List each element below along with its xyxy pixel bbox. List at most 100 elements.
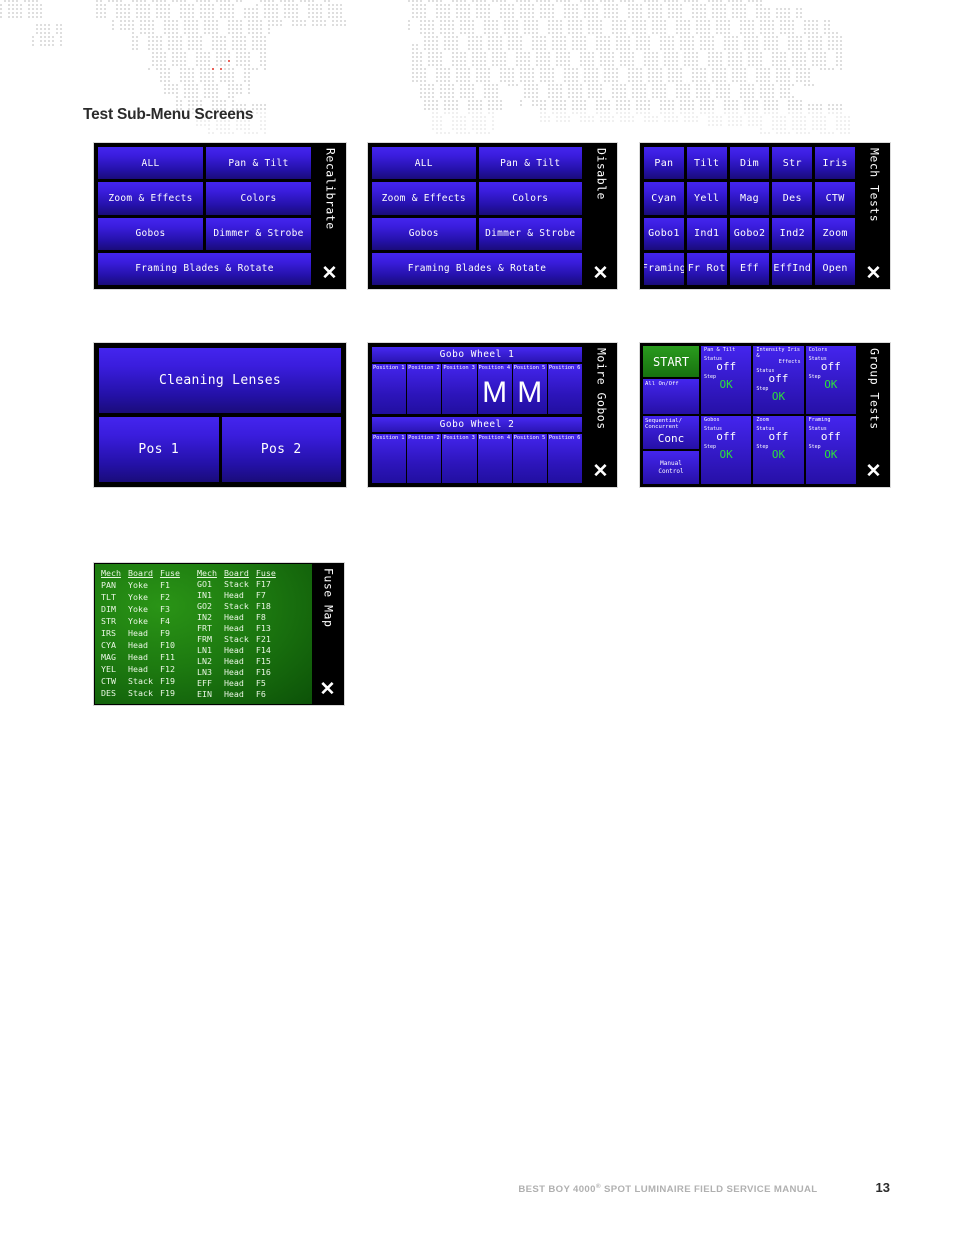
panel-disable-rail: Disable ✕ (585, 144, 616, 288)
panel-fuse-map-body: Mech Board Fuse PAN Yoke F1 TLT Yoke F2 DIM Yoke F3… (95, 564, 312, 704)
panel-mech-tests-title: Mech Tests (867, 148, 882, 223)
step-value: OK (719, 377, 733, 391)
panel-moire-gobos-body: Gobo Wheel 1 Position 1 Position 2 Posit… (369, 344, 585, 486)
button-dimmer-strobe[interactable]: Dimmer & Strobe (206, 217, 311, 250)
button-framing-blades-rotate[interactable]: Framing Blades & Rotate (98, 252, 311, 285)
gobo-position-cell[interactable]: Position 6 (547, 433, 583, 483)
button-all[interactable]: ALL (372, 147, 476, 180)
fuse-cell: Yoke (127, 616, 148, 627)
button-gobo1[interactable]: Gobo1 (644, 217, 684, 250)
fuse-cell: MAG (101, 652, 116, 663)
button-colors[interactable]: Colors (206, 182, 311, 215)
gobo-glyph (478, 441, 512, 484)
fuse-cell: F19 (159, 688, 175, 699)
button-zoom-effects[interactable]: Zoom & Effects (372, 182, 476, 215)
button-tilt[interactable]: Tilt (686, 147, 727, 180)
step-value: OK (771, 447, 786, 461)
button-pan-tilt[interactable]: Pan & Tilt (478, 147, 582, 180)
fuse-row: GO2 Stack F18 (197, 601, 283, 612)
button-row: Gobos Dimmer & Strobe (98, 217, 311, 250)
gobo-position-cell[interactable]: Position 3 (442, 364, 477, 414)
button-colors[interactable]: Colors (478, 182, 582, 215)
gobo-position-cell[interactable]: Position 5 (512, 433, 547, 483)
fuse-cell: Head (223, 611, 244, 622)
button-str[interactable]: Str (772, 147, 813, 180)
button-eff[interactable]: Eff (729, 252, 770, 285)
start-button[interactable]: START (643, 346, 699, 377)
button-row: Pos 1 Pos 2 (99, 417, 341, 482)
button-pos-2[interactable]: Pos 2 (221, 417, 341, 482)
sequential-concurrent-button[interactable]: Sequential/ Concurrent Conc (643, 416, 699, 449)
gobo-position-cell[interactable]: Position 3 (442, 433, 477, 484)
fuse-cell: STR (101, 616, 116, 627)
button-effind[interactable]: EffInd (772, 252, 813, 285)
group-cell-gobos[interactable]: Gobos Status off Step OK (701, 416, 752, 484)
button-gobo2[interactable]: Gobo2 (729, 217, 770, 250)
fuse-cell: F17 (255, 578, 271, 589)
group-cell-zoom[interactable]: Zoom Status off Step OK (753, 416, 804, 484)
button-pan[interactable]: Pan (644, 147, 684, 180)
button-iris[interactable]: Iris (815, 147, 855, 180)
fuse-row: EFF Head F5 (197, 678, 283, 689)
button-zoom-effects[interactable]: Zoom & Effects (98, 182, 203, 215)
button-open[interactable]: Open (815, 252, 855, 285)
fuse-column-header: Mech (101, 568, 121, 579)
fuse-cell: Stack (223, 578, 249, 589)
group-cell-intensity-iris-effects[interactable]: Intensity Iris & Effects Status off Step … (753, 346, 804, 414)
gobo-position-cell[interactable]: Position 2 (407, 433, 442, 483)
close-icon[interactable]: ✕ (593, 264, 609, 285)
fuse-cell: F11 (159, 652, 175, 663)
button-fr-rot[interactable]: Fr Rot (686, 252, 727, 285)
button-ind2[interactable]: Ind2 (772, 217, 813, 250)
close-icon[interactable]: ✕ (866, 264, 882, 285)
button-framing-blades-rotate[interactable]: Framing Blades & Rotate (372, 252, 582, 285)
close-icon[interactable]: ✕ (322, 264, 338, 285)
panel-moire-gobos-rail: Moire Gobos ✕ (585, 344, 616, 486)
button-ind1[interactable]: Ind1 (686, 217, 727, 250)
group-cell-pan-tilt[interactable]: Pan & Tilt Status off Step OK (701, 346, 752, 414)
fuse-cell: Stack (223, 633, 249, 644)
button-mag[interactable]: Mag (729, 182, 770, 215)
gobo-position-cell[interactable]: Position 6 (547, 364, 583, 414)
status-value: off (820, 429, 841, 443)
fuse-cell: F8 (255, 611, 266, 622)
close-icon[interactable]: ✕ (320, 680, 336, 701)
button-dimmer-strobe[interactable]: Dimmer & Strobe (478, 217, 582, 250)
title-row: Cleaning Lenses (99, 348, 341, 413)
gobo-position-cell[interactable]: Position 1 (372, 433, 407, 483)
fuse-cell: Head (127, 652, 148, 663)
button-zoom[interactable]: Zoom (815, 217, 855, 250)
button-cyan[interactable]: Cyan (644, 182, 684, 215)
fuse-row: IN1 Head F7 (197, 590, 283, 601)
position-label: Position 2 (408, 434, 440, 441)
button-pos-1[interactable]: Pos 1 (99, 417, 219, 482)
fuse-cell: LN3 (196, 666, 212, 677)
button-framing[interactable]: Framing (644, 252, 684, 285)
gobo-position-cell[interactable]: Position 4 M (477, 364, 512, 414)
gobo-position-cell[interactable]: Position 4 (477, 433, 512, 484)
button-ctw[interactable]: CTW (815, 182, 855, 215)
close-icon[interactable]: ✕ (866, 462, 882, 483)
gobo-glyph (442, 441, 476, 484)
panel-cleaning-lenses-body: Cleaning Lenses Pos 1 Pos 2 (95, 344, 345, 486)
gobo-position-cell[interactable]: Position 5 M (512, 364, 547, 414)
panel-moire-gobos: Gobo Wheel 1 Position 1 Position 2 Posit… (368, 343, 617, 487)
all-on-off-button[interactable]: All On/Off (643, 379, 699, 414)
status-value: off (716, 359, 737, 373)
button-des[interactable]: Des (772, 182, 813, 215)
button-yell[interactable]: Yell (686, 182, 727, 215)
group-cell-title: Zoom (756, 417, 769, 423)
button-dim[interactable]: Dim (729, 147, 770, 180)
button-pan-tilt[interactable]: Pan & Tilt (206, 147, 311, 180)
button-all[interactable]: ALL (98, 147, 203, 180)
group-cell-colors[interactable]: Colors Status off Step OK (805, 346, 856, 414)
button-gobos[interactable]: Gobos (372, 217, 476, 250)
fuse-row: GO1 Stack F17 (197, 579, 283, 590)
close-icon[interactable]: ✕ (593, 462, 609, 483)
manual-control-button[interactable]: Manual Control (643, 451, 699, 484)
button-gobos[interactable]: Gobos (98, 217, 203, 250)
group-cell-framing[interactable]: Framing Status off Step OK (805, 416, 856, 484)
gobo-position-cell[interactable]: Position 2 (407, 364, 442, 414)
gobo-position-cell[interactable]: Position 1 (372, 364, 407, 414)
fuse-cell: F10 (159, 640, 175, 651)
